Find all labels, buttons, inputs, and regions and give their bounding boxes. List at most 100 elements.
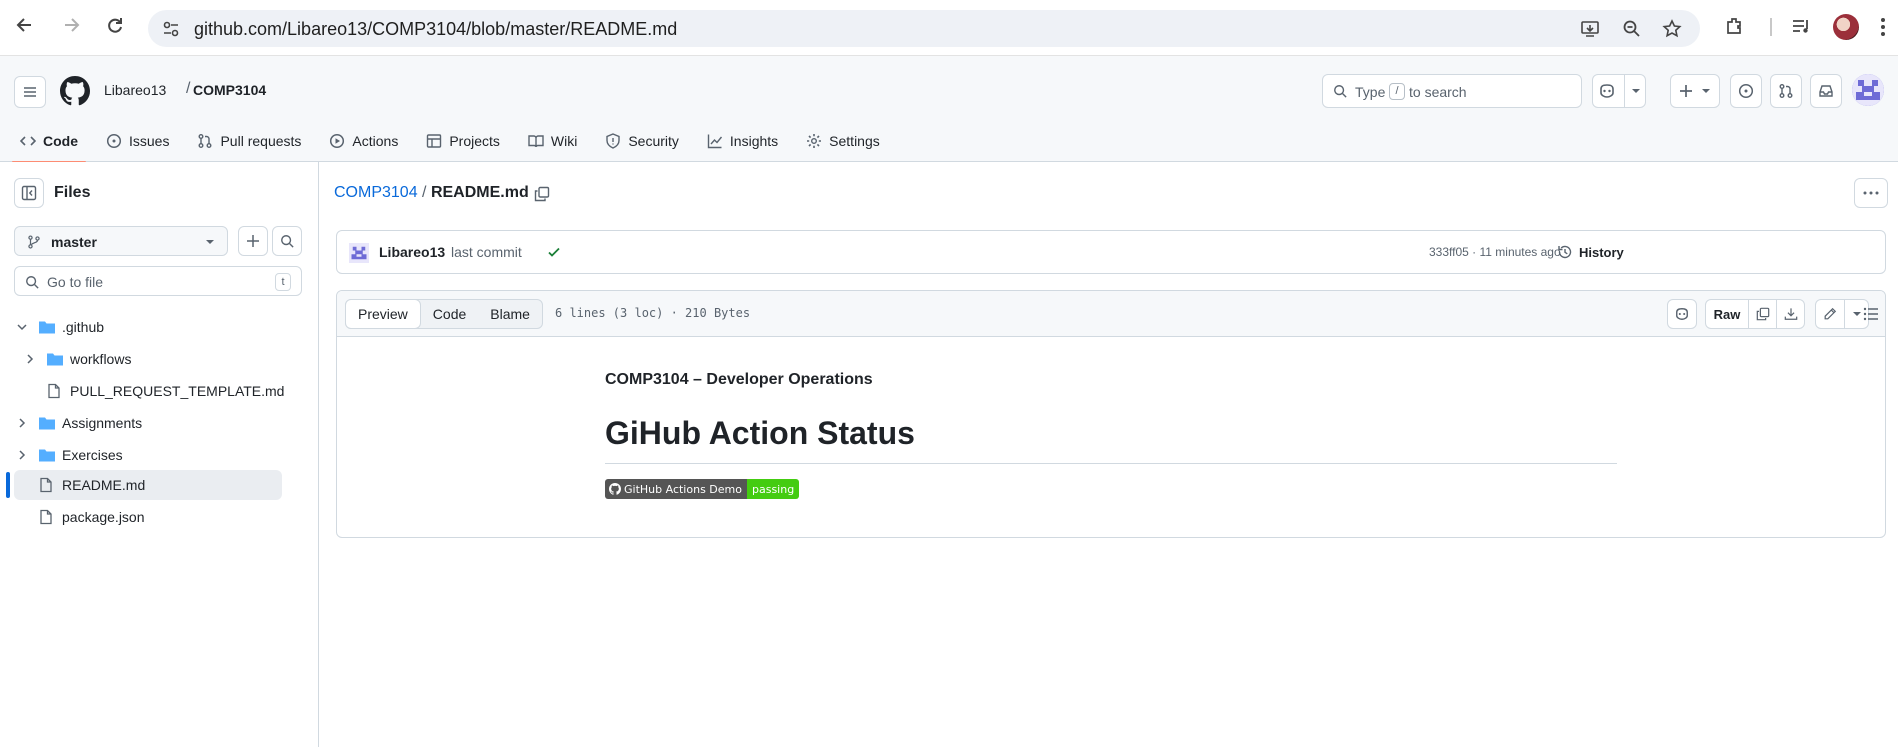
copilot-icon xyxy=(1676,308,1688,320)
file-tree-sidebar: Files master Go to file t .github workfl… xyxy=(0,162,319,747)
workflow-status-badge[interactable]: GitHub Actions Demo passing xyxy=(605,479,800,499)
tab-label: Issues xyxy=(129,133,170,149)
raw-button[interactable]: Raw xyxy=(1706,300,1748,328)
create-new-button[interactable] xyxy=(1670,74,1720,108)
chevron-down-icon[interactable] xyxy=(16,321,28,333)
outline-button[interactable] xyxy=(1857,299,1885,329)
sidebar-collapse-icon xyxy=(21,185,37,201)
tab-label: Wiki xyxy=(550,133,578,149)
tree-folder-exercises[interactable]: Exercises xyxy=(14,440,282,470)
search-placeholder-prefix: Type xyxy=(1355,84,1386,100)
search-icon xyxy=(25,275,39,289)
edit-button[interactable] xyxy=(1816,300,1844,328)
tab-security[interactable]: Security xyxy=(597,120,687,162)
tree-folder-workflows[interactable]: workflows xyxy=(14,344,282,374)
reload-icon xyxy=(108,18,122,33)
copy-icon xyxy=(1756,307,1769,321)
chevron-right-icon[interactable] xyxy=(16,417,28,429)
search-files-button[interactable] xyxy=(272,226,302,256)
list-unordered-icon xyxy=(1863,307,1878,321)
pull-requests-button[interactable] xyxy=(1770,74,1802,108)
blame-tab[interactable]: Blame xyxy=(478,300,542,328)
tab-insights[interactable]: Insights xyxy=(699,120,786,162)
heading-divider xyxy=(605,463,1617,464)
breadcrumb-owner[interactable]: Libareo13 xyxy=(104,82,166,98)
extensions-icon[interactable] xyxy=(1724,15,1746,37)
issue-icon xyxy=(106,133,122,149)
commit-meta[interactable]: 333ff05 · 11 minutes ago xyxy=(1429,245,1561,259)
address-bar[interactable]: github.com/Libareo13/COMP3104/blob/maste… xyxy=(148,10,1700,47)
back-button[interactable] xyxy=(12,12,38,38)
copy-raw-button[interactable] xyxy=(1748,300,1776,328)
install-app-icon[interactable] xyxy=(1580,19,1600,39)
media-controls-icon[interactable] xyxy=(1790,15,1812,37)
shield-icon xyxy=(606,133,621,149)
graph-icon xyxy=(707,134,722,149)
tab-code[interactable]: Code xyxy=(12,120,86,163)
readme-subtitle: COMP3104 – Developer Operations xyxy=(605,371,873,388)
search-icon xyxy=(1333,84,1347,98)
collapse-sidebar-button[interactable] xyxy=(14,178,44,208)
go-to-file-input[interactable]: Go to file t xyxy=(14,266,302,296)
tree-folder-assignments[interactable]: Assignments xyxy=(14,408,282,438)
tree-label: Assignments xyxy=(62,415,143,431)
tree-label: PULL_REQUEST_TEMPLATE.md xyxy=(70,383,285,399)
url-text[interactable]: github.com/Libareo13/COMP3104/blob/maste… xyxy=(194,19,677,40)
bookmark-star-icon[interactable] xyxy=(1662,19,1682,39)
issues-button[interactable] xyxy=(1730,74,1762,108)
reload-button[interactable] xyxy=(102,12,128,38)
hamburger-icon xyxy=(24,87,36,97)
tab-projects[interactable]: Projects xyxy=(418,120,508,162)
commit-author[interactable]: Libareo13 xyxy=(379,244,445,260)
folder-icon xyxy=(38,447,56,463)
plus-icon xyxy=(1680,85,1692,97)
path-repo-link[interactable]: COMP3104 xyxy=(334,184,418,201)
open-menu-button[interactable] xyxy=(14,76,46,108)
history-button[interactable]: History xyxy=(1549,237,1632,267)
arrow-right-icon xyxy=(65,18,80,32)
tab-pull-requests[interactable]: Pull requests xyxy=(189,120,309,162)
branch-selector[interactable]: master xyxy=(14,226,228,256)
tab-actions[interactable]: Actions xyxy=(321,120,406,162)
zoom-icon[interactable] xyxy=(1622,19,1642,39)
tree-file-package-json[interactable]: package.json xyxy=(14,502,282,532)
go-to-file-shortcut: t xyxy=(275,273,291,291)
tab-issues[interactable]: Issues xyxy=(98,120,177,162)
tab-label: Pull requests xyxy=(220,133,302,149)
commit-message[interactable]: last commit xyxy=(451,244,522,260)
preview-tab[interactable]: Preview xyxy=(345,299,421,329)
profile-avatar[interactable] xyxy=(1833,14,1859,40)
github-mark-icon xyxy=(609,483,621,495)
search-icon xyxy=(281,235,294,248)
copy-path-icon[interactable] xyxy=(534,186,550,202)
tab-wiki[interactable]: Wiki xyxy=(520,120,585,162)
copilot-file-button[interactable] xyxy=(1667,299,1697,329)
search-input[interactable]: Type / to search xyxy=(1322,74,1582,108)
forward-button[interactable] xyxy=(58,12,84,38)
history-icon xyxy=(1558,245,1572,259)
menu-icon[interactable] xyxy=(1880,17,1886,37)
download-button[interactable] xyxy=(1776,300,1804,328)
tree-file-readme[interactable]: README.md xyxy=(14,470,282,500)
chevron-right-icon[interactable] xyxy=(16,449,28,461)
code-tab[interactable]: Code xyxy=(421,300,478,328)
check-icon[interactable] xyxy=(547,245,561,259)
site-info-icon[interactable] xyxy=(162,20,180,38)
tab-settings[interactable]: Settings xyxy=(798,120,888,162)
view-mode-switcher: Preview Code Blame xyxy=(345,299,543,329)
issue-opened-icon xyxy=(1738,83,1754,99)
chevron-right-icon[interactable] xyxy=(24,353,36,365)
copilot-button[interactable] xyxy=(1592,74,1646,108)
more-options-button[interactable] xyxy=(1854,178,1888,208)
commit-author-avatar[interactable] xyxy=(349,243,369,263)
tree-label: package.json xyxy=(62,509,145,525)
tree-file-pull-request-template[interactable]: PULL_REQUEST_TEMPLATE.md xyxy=(14,376,285,406)
breadcrumb-repo[interactable]: COMP3104 xyxy=(193,82,266,98)
browser-toolbar: github.com/Libareo13/COMP3104/blob/maste… xyxy=(0,0,1898,56)
tree-folder-github[interactable]: .github xyxy=(14,312,282,342)
github-logo[interactable] xyxy=(60,76,90,106)
file-content-box: Preview Code Blame 6 lines (3 loc) · 210… xyxy=(336,290,1886,538)
inbox-button[interactable] xyxy=(1810,74,1842,108)
add-file-button[interactable] xyxy=(238,226,268,256)
user-avatar[interactable] xyxy=(1852,74,1884,106)
